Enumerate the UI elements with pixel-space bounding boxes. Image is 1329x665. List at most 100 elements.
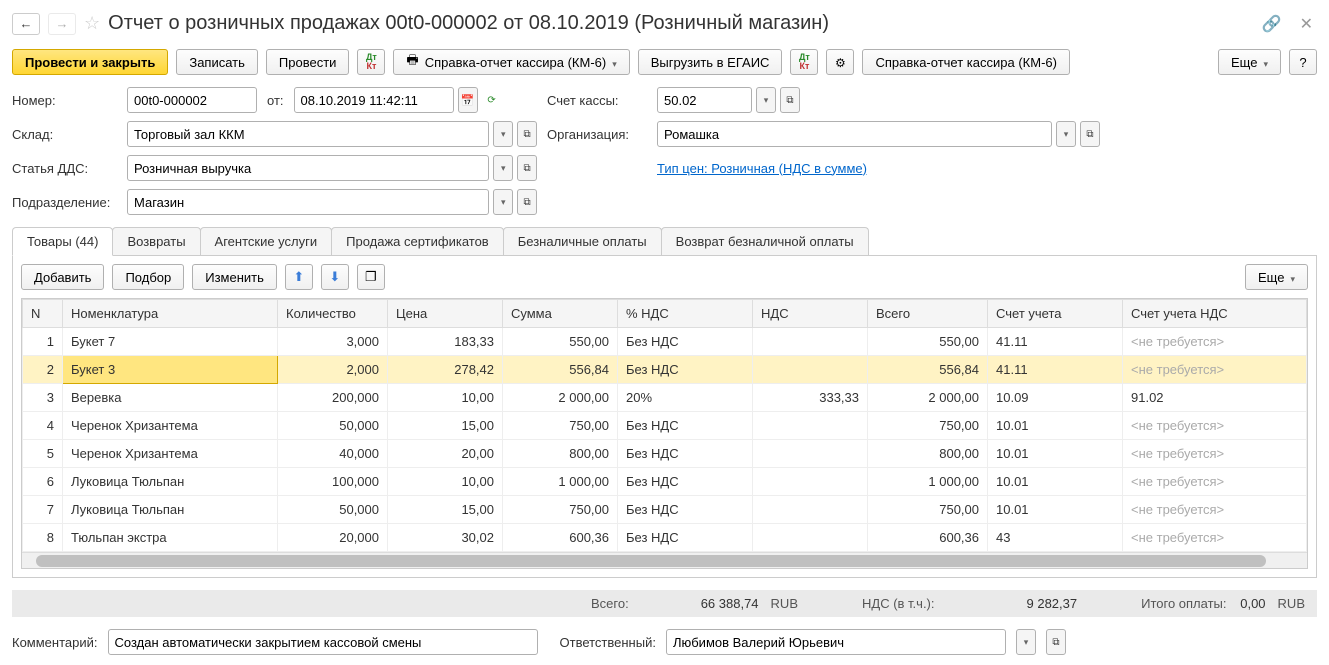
cell-total[interactable]: 750,00 [868,496,988,524]
pick-button[interactable]: Подбор [112,264,184,290]
cell-sum[interactable]: 556,84 [503,356,618,384]
cell-qty[interactable]: 50,000 [278,412,388,440]
cell-price[interactable]: 15,00 [388,496,503,524]
cell-n[interactable]: 8 [23,524,63,552]
comment-input[interactable] [108,629,538,655]
post-and-close-button[interactable]: Провести и закрыть [12,49,168,75]
expand-button[interactable] [1080,121,1100,147]
org-input[interactable] [657,121,1052,147]
tab-cashless-return[interactable]: Возврат безналичной оплаты [661,227,869,255]
cell-vat-pct[interactable]: Без НДС [618,356,753,384]
cell-n[interactable]: 6 [23,468,63,496]
cell-qty[interactable]: 3,000 [278,328,388,356]
cell-vat[interactable] [753,468,868,496]
dropdown-button[interactable] [493,189,513,215]
cell-vat[interactable] [753,496,868,524]
cell-total[interactable]: 2 000,00 [868,384,988,412]
cell-n[interactable]: 7 [23,496,63,524]
table-row[interactable]: 5 Черенок Хризантема 40,000 20,00 800,00… [23,440,1307,468]
cell-sum[interactable]: 800,00 [503,440,618,468]
cell-vat-pct[interactable]: Без НДС [618,524,753,552]
expand-button[interactable] [517,121,537,147]
cell-vat-pct[interactable]: Без НДС [618,440,753,468]
cell-vat-account[interactable]: 91.02 [1123,384,1307,412]
nav-back-button[interactable]: ← [12,13,40,35]
cell-sum[interactable]: 600,36 [503,524,618,552]
cell-vat-account[interactable]: <не требуется> [1123,412,1307,440]
cell-vat-pct[interactable]: Без НДС [618,496,753,524]
cell-n[interactable]: 5 [23,440,63,468]
table-row[interactable]: 7 Луковица Тюльпан 50,000 15,00 750,00 Б… [23,496,1307,524]
col-price[interactable]: Цена [388,300,503,328]
expand-button[interactable] [517,155,537,181]
cell-vat-account[interactable]: <не требуется> [1123,496,1307,524]
cell-sum[interactable]: 1 000,00 [503,468,618,496]
cell-nomenclature[interactable]: Тюльпан экстра [63,524,278,552]
col-n[interactable]: N [23,300,63,328]
price-type-link[interactable]: Тип цен: Розничная (НДС в сумме) [657,161,867,176]
table-row[interactable]: 6 Луковица Тюльпан 100,000 10,00 1 000,0… [23,468,1307,496]
cell-vat-account[interactable]: <не требуется> [1123,356,1307,384]
cell-nomenclature[interactable]: Луковица Тюльпан [63,468,278,496]
cell-nomenclature[interactable]: Луковица Тюльпан [63,496,278,524]
cash-account-input[interactable] [657,87,752,113]
cell-sum[interactable]: 2 000,00 [503,384,618,412]
favorite-star-icon[interactable]: ☆ [84,13,100,34]
responsible-input[interactable] [666,629,1006,655]
cell-price[interactable]: 10,00 [388,468,503,496]
cell-nomenclature[interactable]: Черенок Хризантема [63,412,278,440]
cell-vat-pct[interactable]: Без НДС [618,412,753,440]
km6-report-button-2[interactable]: Справка-отчет кассира (КМ-6) [862,49,1070,75]
cell-account[interactable]: 10.01 [988,468,1123,496]
col-account[interactable]: Счет учета [988,300,1123,328]
cell-qty[interactable]: 40,000 [278,440,388,468]
cell-nomenclature[interactable]: Веревка [63,384,278,412]
cell-price[interactable]: 15,00 [388,412,503,440]
cell-sum[interactable]: 550,00 [503,328,618,356]
cell-account[interactable]: 10.01 [988,496,1123,524]
cell-qty[interactable]: 200,000 [278,384,388,412]
cell-total[interactable]: 1 000,00 [868,468,988,496]
cell-vat[interactable] [753,412,868,440]
cell-vat[interactable]: 333,33 [753,384,868,412]
cell-price[interactable]: 183,33 [388,328,503,356]
tab-agent[interactable]: Агентские услуги [200,227,333,255]
dropdown-button[interactable] [1016,629,1036,655]
col-nomenclature[interactable]: Номенклатура [63,300,278,328]
expand-button[interactable] [780,87,800,113]
table-row[interactable]: 4 Черенок Хризантема 50,000 15,00 750,00… [23,412,1307,440]
move-down-button[interactable] [321,264,349,290]
cell-price[interactable]: 20,00 [388,440,503,468]
help-button[interactable]: ? [1289,49,1317,75]
table-row[interactable]: 1 Букет 7 3,000 183,33 550,00 Без НДС 55… [23,328,1307,356]
cell-vat[interactable] [753,440,868,468]
copy-button[interactable] [357,264,385,290]
table-more-button[interactable]: Еще [1245,264,1308,290]
cell-qty[interactable]: 100,000 [278,468,388,496]
goods-table[interactable]: N Номенклатура Количество Цена Сумма % Н… [22,299,1307,552]
cell-nomenclature[interactable]: Черенок Хризантема [63,440,278,468]
cell-total[interactable]: 556,84 [868,356,988,384]
col-vat-pct[interactable]: % НДС [618,300,753,328]
cell-n[interactable]: 1 [23,328,63,356]
cell-account[interactable]: 43 [988,524,1123,552]
table-row[interactable]: 2 Букет 3 2,000 278,42 556,84 Без НДС 55… [23,356,1307,384]
cell-n[interactable]: 3 [23,384,63,412]
cell-price[interactable]: 10,00 [388,384,503,412]
cell-price[interactable]: 278,42 [388,356,503,384]
cell-total[interactable]: 800,00 [868,440,988,468]
cell-vat[interactable] [753,524,868,552]
settings-link-button[interactable] [826,49,854,75]
cell-account[interactable]: 41.11 [988,328,1123,356]
tab-cashless[interactable]: Безналичные оплаты [503,227,662,255]
horizontal-scrollbar[interactable] [22,552,1307,568]
expand-button[interactable] [517,189,537,215]
tab-certs[interactable]: Продажа сертификатов [331,227,504,255]
col-vat-account[interactable]: Счет учета НДС [1123,300,1307,328]
col-sum[interactable]: Сумма [503,300,618,328]
cell-vat-account[interactable]: <не требуется> [1123,328,1307,356]
warehouse-input[interactable] [127,121,489,147]
date-input[interactable] [294,87,454,113]
cell-vat-account[interactable]: <не требуется> [1123,524,1307,552]
number-input[interactable] [127,87,257,113]
